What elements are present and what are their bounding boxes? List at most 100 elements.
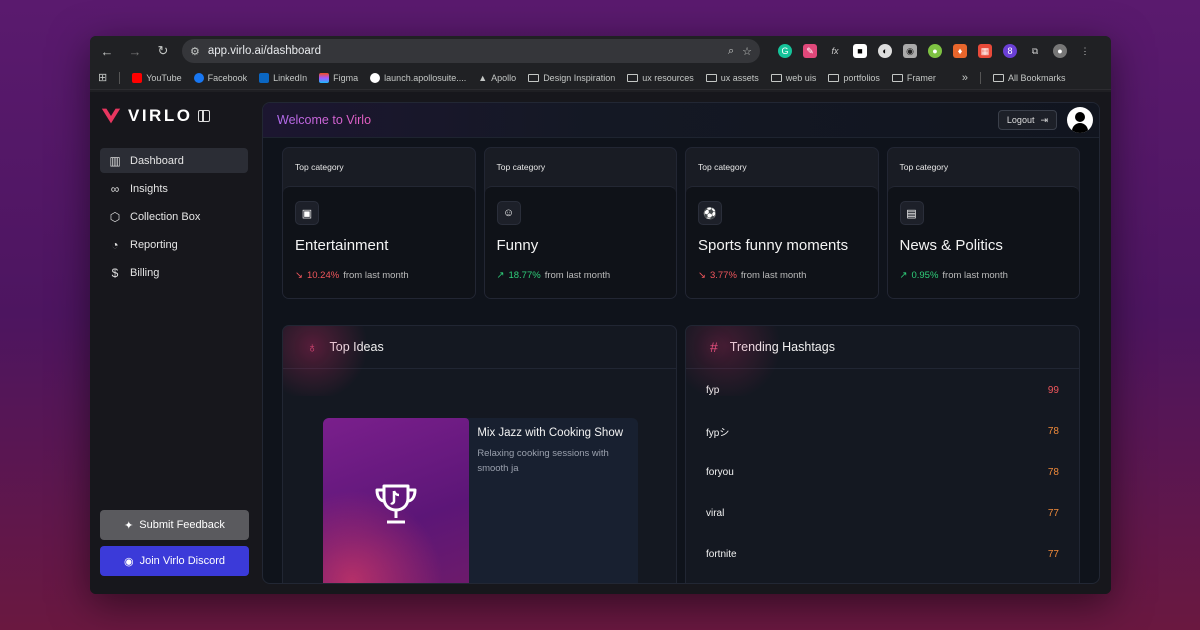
sidebar-item-label: Insights xyxy=(130,182,168,195)
trending-hashtags-title: Trending Hashtags xyxy=(729,340,835,354)
hashtag-row[interactable]: fortnite 77 xyxy=(686,534,1079,575)
submit-feedback-button[interactable]: ✦ Submit Feedback xyxy=(100,510,249,540)
linkedin-icon xyxy=(259,72,270,83)
trend-down-icon: ↘ xyxy=(698,270,706,281)
idea-thumbnail xyxy=(323,418,470,583)
category-card[interactable]: Top category ☺ Funny ↗ 18.77% from last … xyxy=(483,147,677,299)
category-cards: Top category ▣ Entertainment ↘ 10.24% fr… xyxy=(282,147,1080,299)
folder-icon xyxy=(528,73,540,82)
address-bar[interactable]: ⚙ app.virlo.ai/dashboard ⌕ ☆ xyxy=(182,39,760,63)
folder-icon xyxy=(627,73,639,82)
bottom-panels: ♁ Top Ideas Mix Jazz with Cooking Show R… xyxy=(282,325,1080,583)
sidebar-toggle-icon[interactable] xyxy=(198,110,211,122)
profile-avatar-icon[interactable]: ● xyxy=(1053,44,1067,58)
category-card[interactable]: Top category ⚽ Sports funny moments ↘ 3.… xyxy=(685,147,879,299)
bookmarks-divider xyxy=(979,71,981,84)
bookmark-label: web uis xyxy=(785,72,817,83)
extensions-bar: G ✎ fx ■ ◐ ◉ ● ♦ ▦ 8 ⧉ ● ⋮ xyxy=(778,44,1092,58)
bookmark-apollo[interactable]: ▲ Apollo xyxy=(478,73,516,83)
idea-card[interactable]: Mix Jazz with Cooking Show Relaxing cook… xyxy=(323,418,638,583)
category-change: ↘ 3.77% from last month xyxy=(698,270,866,281)
sidebar-item-collection-box[interactable]: ⬡ Collection Box xyxy=(100,204,248,229)
forward-icon[interactable]: → xyxy=(126,42,144,60)
hashtag-row[interactable]: fyp 99 xyxy=(686,370,1079,411)
logout-icon: ⇥ xyxy=(1040,114,1048,125)
bookmark-linkedin[interactable]: LinkedIn xyxy=(259,72,308,83)
bookmark-label: launch.apollosuite.... xyxy=(384,72,467,83)
change-value: 10.24% xyxy=(306,270,340,281)
bookmark-figma[interactable]: Figma xyxy=(319,72,358,83)
bookmark-ux-assets[interactable]: ux assets xyxy=(705,73,759,83)
bookmark-label: ux resources xyxy=(642,72,694,83)
eyedropper-icon[interactable]: ✎ xyxy=(803,44,817,58)
bookmarks-divider xyxy=(119,71,121,84)
bookmark-youtube[interactable]: YouTube xyxy=(132,72,182,83)
user-avatar[interactable] xyxy=(1067,107,1093,133)
bookmark-web-uis[interactable]: web uis xyxy=(770,72,817,83)
extension-grid-icon[interactable]: ▦ xyxy=(978,44,992,58)
bookmark-star-icon[interactable]: ☆ xyxy=(742,45,752,58)
grammarly-icon[interactable]: G xyxy=(778,44,792,58)
bookmark-design-inspiration[interactable]: Design Inspiration xyxy=(528,73,615,83)
url-text[interactable]: app.virlo.ai/dashboard xyxy=(208,45,720,57)
join-discord-button[interactable]: ◉ Join Virlo Discord xyxy=(100,546,249,576)
change-suffix: from last month xyxy=(740,270,807,281)
brand-logo[interactable]: VIRLO xyxy=(100,102,248,130)
camera-icon[interactable]: ◉ xyxy=(903,44,917,58)
feedback-icon: ✦ xyxy=(124,519,134,532)
zoom-icon[interactable]: ⌕ xyxy=(728,45,734,58)
change-value: 3.77% xyxy=(709,270,737,281)
sidebar-item-dashboard[interactable]: ▥ Dashboard xyxy=(100,148,248,173)
reload-icon[interactable]: ↻ xyxy=(154,42,172,60)
idea-description: Relaxing cooking sessions with smooth ja xyxy=(477,448,609,474)
hashtag-row[interactable]: viral 77 xyxy=(686,493,1079,534)
bookmark-label: Apollo xyxy=(491,72,517,83)
folder-icon xyxy=(705,73,717,82)
tiktok-trophy-icon xyxy=(375,484,417,524)
bookmark-launch-apollosuite[interactable]: launch.apollosuite.... xyxy=(370,72,467,83)
bookmark-label: LinkedIn xyxy=(273,72,308,83)
apollo-icon: ▲ xyxy=(478,72,488,83)
extension-circle-icon[interactable]: ◐ xyxy=(878,44,892,58)
bookmark-framer[interactable]: Framer xyxy=(891,73,936,83)
back-icon[interactable]: ← xyxy=(98,42,116,60)
folder-icon xyxy=(828,73,840,82)
apps-grid-icon[interactable]: ⊞ xyxy=(98,71,107,84)
bookmark-facebook[interactable]: Facebook xyxy=(193,72,247,83)
bookmark-portfolios[interactable]: portfolios xyxy=(828,73,880,83)
change-suffix: from last month xyxy=(343,270,409,281)
extension-black-icon[interactable]: ■ xyxy=(853,44,867,58)
logout-button[interactable]: Logout ⇥ xyxy=(997,110,1057,130)
card-heading: Top category xyxy=(899,162,949,172)
glasses-icon: ∞ xyxy=(110,181,120,196)
browser-window: ← → ↻ ⚙ app.virlo.ai/dashboard ⌕ ☆ G ✎ f… xyxy=(90,36,1111,594)
bookmark-label: Design Inspiration xyxy=(543,72,616,83)
category-card[interactable]: Top category ▤ News & Politics ↗ 0.95% f… xyxy=(886,147,1080,299)
hashtag-count: 77 xyxy=(1047,508,1059,519)
browser-menu-icon[interactable]: ⋮ xyxy=(1078,44,1092,58)
more-bookmarks-button[interactable]: » xyxy=(962,72,968,84)
theater-icon: ▣ xyxy=(295,201,319,225)
bookmark-ux-resources[interactable]: ux resources xyxy=(627,73,694,83)
newspaper-icon: ▤ xyxy=(899,201,924,225)
hashtag-row[interactable]: fypシ 78 xyxy=(686,411,1079,452)
sidebar-item-insights[interactable]: ∞ Insights xyxy=(100,176,248,201)
app-root: VIRLO ▥ Dashboard ∞ Insights ⬡ Collectio… xyxy=(90,92,1111,594)
category-card[interactable]: Top category ▣ Entertainment ↘ 10.24% fr… xyxy=(282,147,476,299)
app-header: Welcome to Virlo Logout ⇥ xyxy=(263,103,1099,138)
hashtag-row[interactable]: foryou 78 xyxy=(686,452,1079,493)
sidebar-item-label: Reporting xyxy=(130,238,178,251)
all-bookmarks-button[interactable]: All Bookmarks xyxy=(992,73,1065,83)
sidebar-item-reporting[interactable]: ◔ Reporting xyxy=(100,232,248,257)
sidebar: VIRLO ▥ Dashboard ∞ Insights ⬡ Collectio… xyxy=(90,92,258,594)
extension-orange-icon[interactable]: ♦ xyxy=(953,44,967,58)
laugh-icon: ☺ xyxy=(496,201,521,225)
trend-up-icon: ↗ xyxy=(496,270,505,281)
extensions-puzzle-icon[interactable]: ⧉ xyxy=(1028,44,1042,58)
site-settings-icon[interactable]: ⚙ xyxy=(190,45,200,58)
folder-icon xyxy=(992,73,1004,82)
fx-icon[interactable]: fx xyxy=(828,44,842,58)
sidebar-item-billing[interactable]: $ Billing xyxy=(100,260,248,285)
extension-purple-icon[interactable]: 8 xyxy=(1003,44,1017,58)
extension-green-icon[interactable]: ● xyxy=(928,44,942,58)
